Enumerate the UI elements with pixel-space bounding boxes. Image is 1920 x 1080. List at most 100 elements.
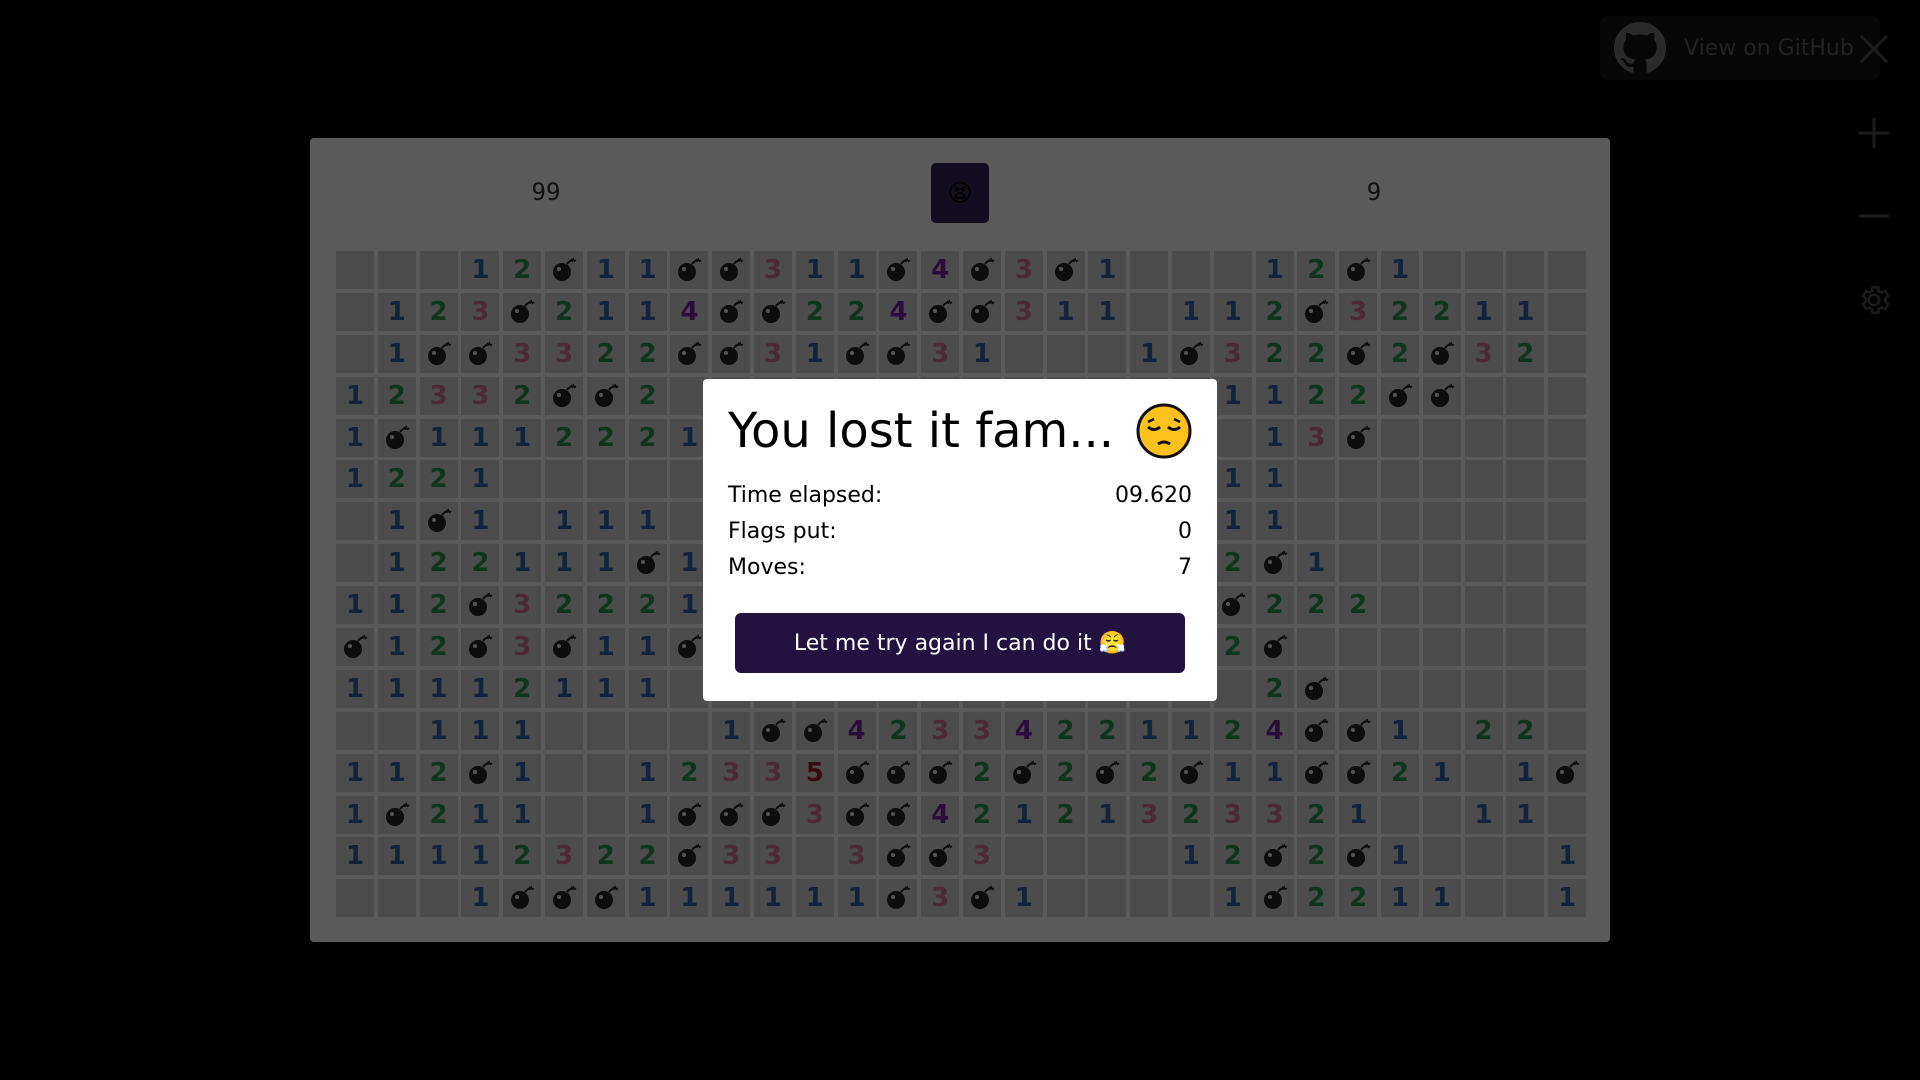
number-cell[interactable]: 2: [419, 544, 458, 583]
empty-cell[interactable]: [336, 879, 374, 918]
number-cell[interactable]: 1: [377, 544, 416, 583]
number-cell[interactable]: 1: [628, 795, 667, 834]
number-cell[interactable]: 3: [503, 334, 542, 373]
number-cell[interactable]: 2: [1213, 628, 1252, 667]
number-cell[interactable]: 1: [1548, 837, 1587, 876]
mine-cell[interactable]: [753, 292, 792, 331]
number-cell[interactable]: 2: [461, 544, 500, 583]
number-cell[interactable]: 1: [1213, 502, 1252, 541]
empty-cell[interactable]: [1339, 544, 1378, 583]
number-cell[interactable]: 1: [419, 418, 458, 457]
empty-cell[interactable]: [1548, 460, 1587, 499]
mine-cell[interactable]: [879, 251, 918, 289]
number-cell[interactable]: 1: [1464, 292, 1503, 331]
empty-cell[interactable]: [1464, 376, 1503, 415]
number-cell[interactable]: 1: [1004, 795, 1043, 834]
number-cell[interactable]: 3: [1213, 795, 1252, 834]
empty-cell[interactable]: [1506, 460, 1545, 499]
number-cell[interactable]: 2: [377, 376, 416, 415]
number-cell[interactable]: 2: [586, 586, 625, 625]
empty-cell[interactable]: [1506, 837, 1545, 876]
number-cell[interactable]: 2: [1046, 795, 1085, 834]
number-cell[interactable]: 1: [1046, 292, 1085, 331]
number-cell[interactable]: 1: [336, 753, 374, 792]
number-cell[interactable]: 2: [1297, 334, 1336, 373]
mine-cell[interactable]: [461, 334, 500, 373]
number-cell[interactable]: 1: [1506, 753, 1545, 792]
mine-cell[interactable]: [879, 334, 918, 373]
number-cell[interactable]: 2: [1213, 544, 1252, 583]
empty-cell[interactable]: [1422, 669, 1461, 708]
mine-cell[interactable]: [503, 292, 542, 331]
mine-cell[interactable]: [837, 753, 876, 792]
number-cell[interactable]: 3: [1464, 334, 1503, 373]
mine-cell[interactable]: [712, 795, 751, 834]
number-cell[interactable]: 3: [1297, 418, 1336, 457]
mine-cell[interactable]: [670, 795, 709, 834]
number-cell[interactable]: 2: [1171, 795, 1210, 834]
mine-cell[interactable]: [1213, 586, 1252, 625]
number-cell[interactable]: 2: [586, 418, 625, 457]
number-cell[interactable]: 2: [1339, 586, 1378, 625]
number-cell[interactable]: 3: [921, 711, 960, 750]
mine-cell[interactable]: [1339, 711, 1378, 750]
empty-cell[interactable]: [628, 711, 667, 750]
number-cell[interactable]: 1: [544, 669, 583, 708]
mine-cell[interactable]: [377, 418, 416, 457]
number-cell[interactable]: 1: [712, 711, 751, 750]
number-cell[interactable]: 1: [1422, 753, 1461, 792]
empty-cell[interactable]: [1088, 879, 1127, 918]
close-button[interactable]: [1852, 27, 1896, 71]
number-cell[interactable]: 2: [503, 251, 542, 289]
mine-cell[interactable]: [712, 251, 751, 289]
number-cell[interactable]: 3: [795, 795, 834, 834]
empty-cell[interactable]: [1506, 376, 1545, 415]
mine-cell[interactable]: [921, 753, 960, 792]
empty-cell[interactable]: [1464, 502, 1503, 541]
number-cell[interactable]: 1: [1548, 879, 1587, 918]
empty-cell[interactable]: [1380, 795, 1419, 834]
mine-cell[interactable]: [879, 753, 918, 792]
number-cell[interactable]: 2: [1380, 292, 1419, 331]
empty-cell[interactable]: [1380, 544, 1419, 583]
number-cell[interactable]: 2: [962, 753, 1001, 792]
number-cell[interactable]: 1: [837, 879, 876, 918]
number-cell[interactable]: 2: [962, 795, 1001, 834]
empty-cell[interactable]: [1464, 669, 1503, 708]
empty-cell[interactable]: [1464, 251, 1503, 289]
number-cell[interactable]: 3: [753, 837, 792, 876]
empty-cell[interactable]: [586, 711, 625, 750]
empty-cell[interactable]: [1506, 544, 1545, 583]
number-cell[interactable]: 1: [377, 753, 416, 792]
mine-cell[interactable]: [1339, 251, 1378, 289]
empty-cell[interactable]: [1548, 334, 1587, 373]
number-cell[interactable]: 3: [1255, 795, 1294, 834]
number-cell[interactable]: 1: [461, 418, 500, 457]
number-cell[interactable]: 2: [670, 753, 709, 792]
empty-cell[interactable]: [1548, 251, 1587, 289]
number-cell[interactable]: 1: [795, 879, 834, 918]
mine-cell[interactable]: [1339, 334, 1378, 373]
number-cell[interactable]: 2: [419, 586, 458, 625]
number-cell[interactable]: 1: [795, 334, 834, 373]
number-cell[interactable]: 3: [503, 586, 542, 625]
number-cell[interactable]: 1: [419, 711, 458, 750]
empty-cell[interactable]: [1464, 628, 1503, 667]
number-cell[interactable]: 2: [419, 753, 458, 792]
empty-cell[interactable]: [1171, 879, 1210, 918]
number-cell[interactable]: 1: [628, 502, 667, 541]
number-cell[interactable]: 1: [1171, 292, 1210, 331]
empty-cell[interactable]: [1297, 460, 1336, 499]
mine-cell[interactable]: [419, 334, 458, 373]
number-cell[interactable]: 3: [921, 334, 960, 373]
empty-cell[interactable]: [1297, 502, 1336, 541]
number-cell[interactable]: 1: [1130, 711, 1169, 750]
empty-cell[interactable]: [1130, 292, 1169, 331]
mine-cell[interactable]: [712, 334, 751, 373]
empty-cell[interactable]: [1422, 795, 1461, 834]
number-cell[interactable]: 1: [503, 711, 542, 750]
number-cell[interactable]: 2: [1422, 292, 1461, 331]
mine-cell[interactable]: [1046, 251, 1085, 289]
number-cell[interactable]: 3: [753, 334, 792, 373]
number-cell[interactable]: 1: [712, 879, 751, 918]
